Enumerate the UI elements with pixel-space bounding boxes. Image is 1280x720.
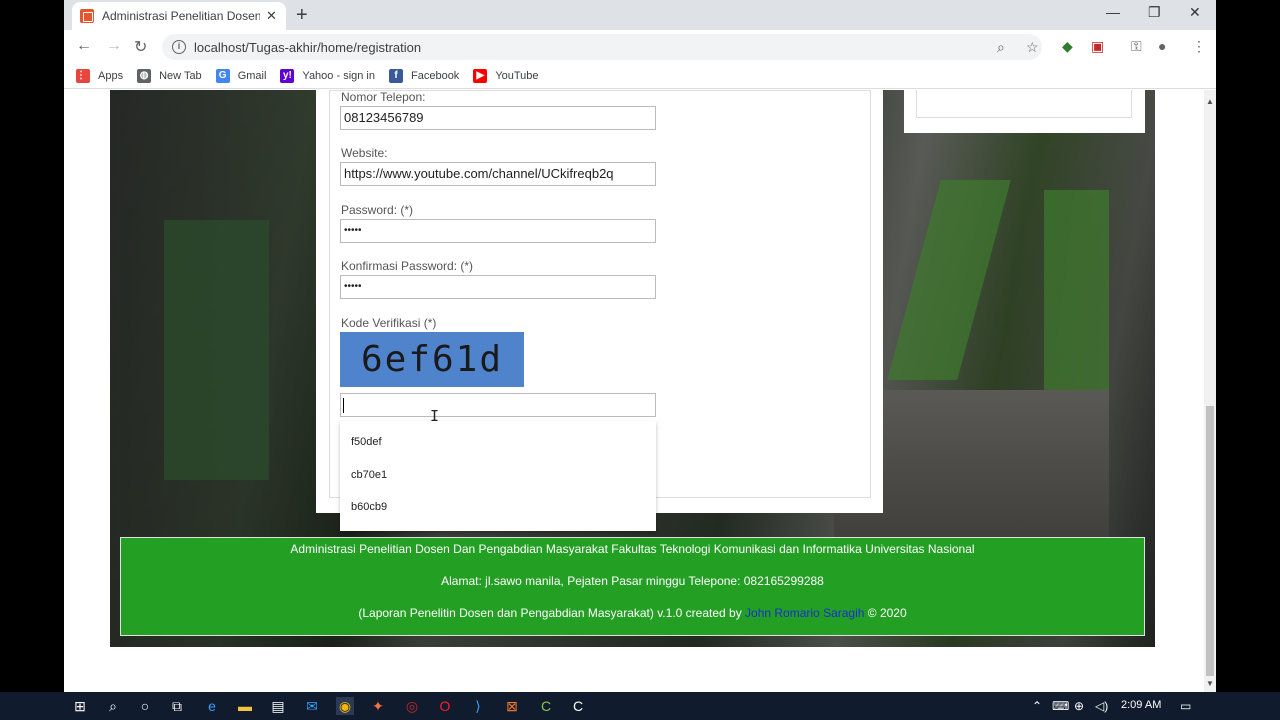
google-icon: G xyxy=(215,68,230,83)
bookmark-new-tab[interactable]: ◍ New Tab xyxy=(137,68,202,83)
windows-start-icon[interactable]: ⊞ xyxy=(71,697,89,715)
cortana-icon[interactable]: ○ xyxy=(136,697,154,715)
edge-icon[interactable]: e xyxy=(203,697,221,715)
footer-title: Administrasi Penelitian Dosen Dan Pengab… xyxy=(290,542,975,556)
bookmark-label: Apps xyxy=(98,69,124,82)
password-field[interactable]: ••••• xyxy=(340,219,656,243)
bookmark-label: Facebook xyxy=(411,69,460,82)
confirm-password-label: Konfirmasi Password: (*) xyxy=(341,259,474,273)
bookmark-label: YouTube xyxy=(495,69,539,82)
mail-icon[interactable]: ✉ xyxy=(303,697,321,715)
input-method-icon[interactable]: ⌨ xyxy=(1052,699,1069,713)
opera-gx-icon[interactable]: ◎ xyxy=(403,697,421,715)
phone-field[interactable]: 08123456789 xyxy=(340,106,656,130)
autocomplete-dropdown: f50def cb70e1 b60cb9 xyxy=(340,421,656,531)
notifications-icon[interactable]: ▭ xyxy=(1180,699,1191,713)
captcha-image: 6ef61d xyxy=(340,332,524,387)
vertical-scrollbar[interactable]: ▲ ▼ xyxy=(1204,90,1216,692)
captcha-input[interactable] xyxy=(340,393,656,417)
apps-grid-icon: ⋮⋮ xyxy=(76,68,96,83)
phone-label: Nomor Telepon: xyxy=(341,90,426,104)
tray-chevron-icon[interactable]: ⌃ xyxy=(1032,699,1042,713)
autocomplete-item[interactable]: b60cb9 xyxy=(351,501,387,513)
site-footer: Administrasi Penelitian Dosen Dan Pengab… xyxy=(120,537,1145,636)
key-icon[interactable]: ⚿ xyxy=(1131,38,1142,55)
bookmark-youtube[interactable]: ▶ YouTube xyxy=(473,68,539,83)
background-kiosk xyxy=(164,220,269,480)
author-link[interactable]: John Romario Saragih xyxy=(745,606,864,620)
close-window-button[interactable]: ✕ xyxy=(1189,4,1201,21)
right-black-border xyxy=(1216,0,1280,692)
tab-close-icon[interactable]: ✕ xyxy=(266,8,277,24)
tab-title: Administrasi Penelitian Dosen Da xyxy=(102,9,260,23)
xampp-icon[interactable]: ⊠ xyxy=(503,697,521,715)
reload-icon[interactable]: ↻ xyxy=(134,37,147,57)
network-icon[interactable]: ⊕ xyxy=(1074,699,1084,713)
facebook-icon: f xyxy=(389,68,403,83)
tab-strip: Administrasi Penelitian Dosen Da ✕ + — ❐… xyxy=(64,0,1216,30)
back-arrow-icon[interactable]: ← xyxy=(76,37,92,55)
page-viewport: Nomor Telepon: 08123456789 Website: http… xyxy=(64,90,1204,692)
app-c-icon[interactable]: C xyxy=(569,697,587,715)
yahoo-icon: y! xyxy=(280,68,295,83)
store-icon[interactable]: ▤ xyxy=(269,697,287,715)
profile-icon[interactable]: ● xyxy=(1158,38,1166,54)
site-info-icon[interactable]: i xyxy=(172,40,186,54)
app-icon[interactable]: ✦ xyxy=(369,697,387,715)
opera-icon[interactable]: O xyxy=(436,697,454,715)
pdf-extension-icon[interactable]: ▣ xyxy=(1091,38,1104,55)
extension-icon[interactable]: ◆ xyxy=(1062,38,1073,55)
youtube-icon: ▶ xyxy=(473,68,488,83)
new-tab-button[interactable]: + xyxy=(296,5,308,25)
bookmark-label: Yahoo - sign in xyxy=(302,69,375,82)
side-card-inner xyxy=(916,90,1132,118)
zoom-icon[interactable]: ⌕ xyxy=(997,39,1005,56)
left-black-border xyxy=(0,0,64,692)
captcha-label: Kode Verifikasi (*) xyxy=(341,316,437,330)
footer-address: Alamat: jl.sawo manila, Pejaten Pasar mi… xyxy=(441,574,824,588)
website-field[interactable]: https://www.youtube.com/channel/UCkifreq… xyxy=(340,162,656,186)
menu-dots-icon[interactable]: ⋮ xyxy=(1192,38,1206,55)
file-explorer-icon[interactable]: ▬ xyxy=(236,697,254,715)
minimize-button[interactable]: — xyxy=(1106,4,1120,20)
bookmark-facebook[interactable]: f Facebook xyxy=(389,68,460,83)
browser-tab[interactable]: Administrasi Penelitian Dosen Da ✕ xyxy=(72,2,286,30)
scrollbar-thumb[interactable] xyxy=(1206,406,1214,676)
background-lawn xyxy=(1044,190,1109,390)
chrome-icon[interactable]: ◉ xyxy=(336,697,354,715)
task-view-icon[interactable]: ⧉ xyxy=(168,697,186,715)
maximize-button[interactable]: ❐ xyxy=(1148,4,1161,21)
bookmark-star-icon[interactable]: ☆ xyxy=(1026,39,1039,56)
vscode-icon[interactable]: ⟩ xyxy=(469,697,487,715)
footer-credits-prefix: (Laporan Penelitin Dosen dan Pengabdian … xyxy=(358,606,746,620)
autocomplete-item[interactable]: cb70e1 xyxy=(351,469,387,481)
url-text: localhost/Tugas-akhir/home/registration xyxy=(194,39,422,55)
footer-credits: (Laporan Penelitin Dosen dan Pengabdian … xyxy=(121,606,1144,620)
bookmark-yahoo-sign-in[interactable]: y! Yahoo - sign in xyxy=(280,68,375,83)
globe-icon: ◍ xyxy=(137,68,152,83)
bookmark-apps[interactable]: ⋮⋮ Apps xyxy=(76,68,124,83)
search-icon[interactable]: ⌕ xyxy=(104,697,122,715)
camtasia-icon[interactable]: C xyxy=(537,697,555,715)
text-caret xyxy=(343,398,344,413)
password-label: Password: (*) xyxy=(341,203,414,217)
windows-taskbar: ⊞ ⌕ ○ ⧉ e ▬ ▤ ✉ ◉ ✦ ◎ O ⟩ ⊠ C C ⌃ ⌨ ⊕ ◁)… xyxy=(0,692,1280,720)
forward-arrow-icon[interactable]: → xyxy=(106,37,122,55)
bookmark-label: Gmail xyxy=(237,69,267,82)
scroll-up-icon[interactable]: ▲ xyxy=(1206,97,1214,106)
browser-window: Administrasi Penelitian Dosen Da ✕ + — ❐… xyxy=(64,0,1216,692)
website-label: Website: xyxy=(341,146,388,160)
volume-icon[interactable]: ◁) xyxy=(1095,699,1108,713)
bookmark-label: New Tab xyxy=(159,69,202,82)
bookmarks-bar: ⋮⋮ Apps ◍ New Tab G Gmail y! Yahoo - sign in f Fa… xyxy=(64,63,1216,89)
address-bar[interactable]: i localhost/Tugas-akhir/home/registratio… xyxy=(162,34,1042,60)
clock[interactable]: 2:09 AM xyxy=(1121,699,1161,711)
scroll-down-icon[interactable]: ▼ xyxy=(1206,679,1214,688)
footer-credits-suffix: © 2020 xyxy=(864,606,907,620)
autocomplete-item[interactable]: f50def xyxy=(351,436,382,448)
bookmark-gmail[interactable]: G Gmail xyxy=(215,68,267,83)
confirm-password-field[interactable]: ••••• xyxy=(340,275,656,299)
browser-toolbar: ← → ↻ i localhost/Tugas-akhir/home/regis… xyxy=(64,30,1216,63)
site-favicon-icon xyxy=(80,9,94,23)
